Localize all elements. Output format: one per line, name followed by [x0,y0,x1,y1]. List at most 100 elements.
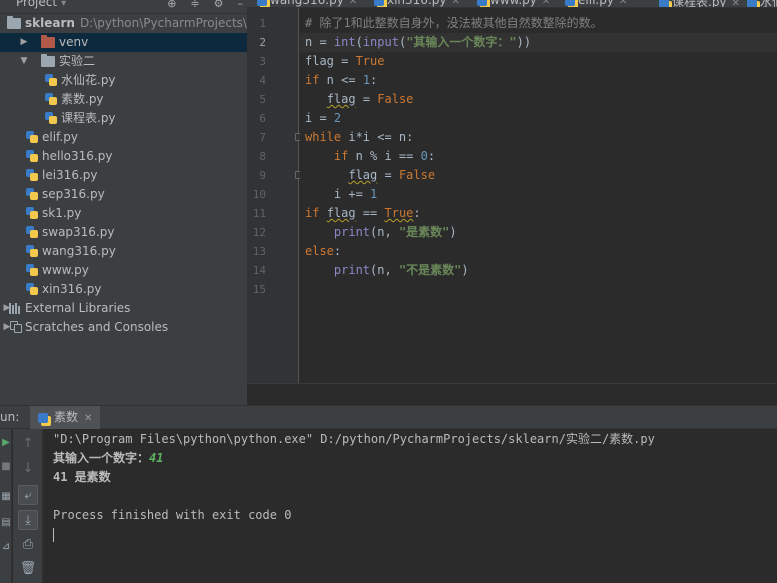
code-token: input [362,35,399,49]
tree-item[interactable]: lei316.py [0,166,247,185]
code-token: flag = [305,54,356,68]
tree-item[interactable]: ▶ venv [0,33,247,52]
code-token: # 除了1和此整数自身外，没法被其他自然数整除的数。 [305,16,603,30]
tree-item-label: 课程表.py [61,111,116,125]
python-file-icon [44,111,58,125]
editor-tab[interactable]: xin316.py ✕ [374,0,460,7]
layout-icon[interactable]: ▦ [0,491,12,502]
python-file-icon [565,0,575,6]
code-token: i += [305,187,371,201]
python-file-icon [25,149,39,163]
tree-item[interactable]: xin316.py [0,280,247,299]
code-line[interactable]: flag = True [300,52,777,71]
run-toolbar-left: ▶ ■ ▦ ▤ ⊿ [0,429,12,583]
editor-tab[interactable]: elif.py ✕ [565,0,627,7]
console-text: Process finished with exit code 0 [53,508,292,522]
editor-tab[interactable]: 课程表.py ✕ [659,0,740,7]
code-line[interactable]: if n % i == 0: [300,147,777,166]
line-number: 5 [259,93,266,106]
tree-item[interactable]: ▶ External Libraries [0,299,247,318]
code-token: 2 [333,111,342,125]
code-line[interactable]: else: [300,242,777,261]
tree-item[interactable]: swap316.py [0,223,247,242]
gear-icon[interactable]: ⚙ [214,0,224,10]
project-title[interactable]: Project [16,0,66,9]
locate-icon[interactable]: ⊕ [167,0,176,10]
code-line[interactable]: print(n, "是素数") [300,223,777,242]
console-input-line[interactable] [53,525,54,544]
root-name: sklearn [25,16,75,30]
close-icon[interactable]: ✕ [84,413,92,424]
arrow-up-icon[interactable]: ↑ [18,434,38,454]
tree-item[interactable]: www.py [0,261,247,280]
scroll-to-end-icon[interactable]: ⤓ [18,510,38,530]
run-tab[interactable]: 素数 ✕ [30,406,101,429]
code-token: = [355,92,378,106]
scratches-icon [10,321,24,334]
tree-root[interactable]: sklearn D:\python\PycharmProjects\sklearn [0,14,247,33]
tree-item[interactable]: wang316.py [0,242,247,261]
code-line[interactable]: i += 1 [300,185,777,204]
console-output[interactable]: "D:\Program Files\python\python.exe" D:/… [44,429,777,583]
tree-item[interactable]: sk1.py [0,204,247,223]
project-header: Project ⊕ ≑ ⚙ – [0,0,247,14]
chevron-down-icon[interactable]: ▼ [19,52,29,71]
rerun-icon[interactable]: ▶ [0,437,12,448]
stop-icon[interactable]: ■ [0,461,12,472]
code-line[interactable]: print(n, "不是素数") [300,261,777,280]
editor-tab[interactable]: wang316.py ✕ [257,0,357,7]
tree-item[interactable]: 水仙花.py [0,71,247,90]
close-icon[interactable]: ✕ [732,0,740,7]
tree-item-label: Scratches and Consoles [25,320,169,334]
editor-tab[interactable]: 水仙花.py✕ [747,0,777,7]
code-line[interactable]: if flag == True: [300,204,777,223]
code-line[interactable]: # 除了1和此整数自身外，没法被其他自然数整除的数。 [300,14,777,33]
tree-item[interactable]: ▶ Scratches and Consoles [0,318,247,337]
tree-item[interactable]: sep316.py [0,185,247,204]
collapse-all-icon[interactable]: ≑ [190,0,199,10]
tree-item-label: 素数.py [61,92,104,106]
line-number: 2 [259,36,266,49]
close-icon[interactable]: ✕ [349,0,357,7]
code-token: : [333,244,342,258]
close-icon[interactable]: ✕ [451,0,459,7]
line-number: 11 [252,207,266,220]
code-line[interactable]: if n <= 1: [300,71,777,90]
chevron-right-icon[interactable]: ▶ [19,33,29,52]
code-line[interactable]: i = 2 [300,109,777,128]
tree-item[interactable]: ▼ 实验二 [0,52,247,71]
print-icon[interactable]: ⎙ [18,535,38,555]
line-number: 4 [259,74,266,87]
code-token: i = [305,111,334,125]
trash-icon[interactable]: 🗑 [18,559,38,579]
hide-icon[interactable]: – [238,0,244,10]
pin-icon[interactable]: ⊿ [0,541,12,552]
run-toolbar: ↑ ↓ ⤶ ⤓ ⎙ 🗑 [13,429,43,583]
soft-wrap-icon[interactable]: ⤶ [18,485,38,505]
tree-item[interactable]: hello316.py [0,147,247,166]
arrow-down-icon[interactable]: ↓ [18,459,38,479]
close-icon[interactable]: ✕ [619,0,627,7]
tree-item[interactable]: 课程表.py [0,109,247,128]
console-text: "D:\Program Files\python\python.exe" D:/… [53,432,655,446]
code-line[interactable] [300,280,777,299]
tree-item[interactable]: elif.py [0,128,247,147]
code-token: flag [326,206,356,220]
tree-item-label: wang316.py [42,244,116,258]
tree-item-label: sk1.py [42,206,82,220]
restore-layout-icon[interactable]: ▤ [0,517,12,528]
code-line[interactable]: while i*i <= n: [300,128,777,147]
editor-tab[interactable]: www.py ✕ [477,0,550,7]
line-number: 12 [252,226,266,239]
code-line[interactable]: flag = False [300,166,777,185]
code-line[interactable]: flag = False [300,90,777,109]
code-line[interactable]: n = int(input("其输入一个数字：")) [300,33,777,52]
python-file-icon [25,187,39,201]
tree-item[interactable]: 素数.py [0,90,247,109]
editor-bottom-area [247,383,777,405]
close-icon[interactable]: ✕ [542,0,550,7]
code-editor[interactable]: # 除了1和此整数自身外，没法被其他自然数整除的数。 n = int(input (… [300,8,777,383]
code-token: 1 [370,187,378,201]
tree-item-label: sep316.py [42,187,105,201]
